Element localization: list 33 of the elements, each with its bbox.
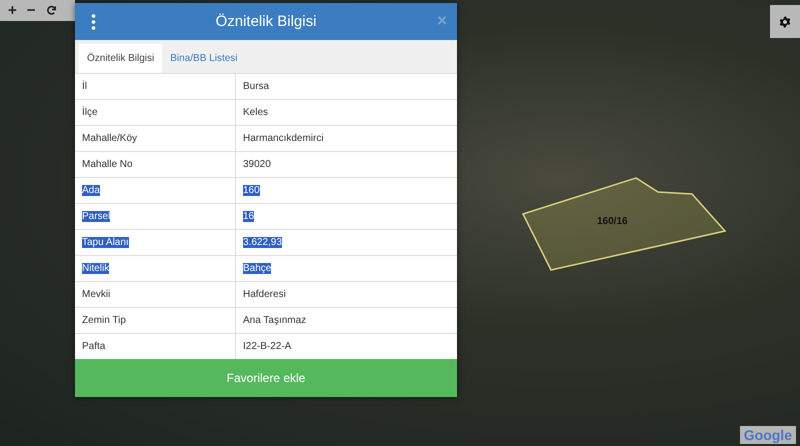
- attribute-value: I22-B-22-A: [243, 341, 292, 352]
- attribute-value: Harmancıkdemirci: [243, 133, 324, 144]
- attribute-value: Ana Taşınmaz: [243, 315, 306, 326]
- tab[interactable]: Bina/BB Listesi: [162, 44, 246, 73]
- attribute-label: Nitelik: [82, 263, 110, 274]
- attribute-label: Mahalle No: [82, 159, 133, 170]
- attribute-label: Pafta: [82, 341, 106, 352]
- attribute-value: 16: [243, 211, 254, 222]
- attribute-label: Zemin Tip: [82, 315, 126, 326]
- attribute-label: Parsel: [82, 211, 110, 222]
- attribute-value: Keles: [243, 107, 268, 118]
- zoom-button[interactable]: −: [26, 3, 36, 18]
- zoom-button[interactable]: +: [8, 3, 17, 18]
- attribute-label: İlçe: [82, 107, 98, 118]
- settings-button[interactable]: [770, 5, 800, 38]
- attribute-value: Hafderesi: [243, 289, 286, 300]
- attribute-label: Ada: [82, 185, 100, 196]
- attribute-value: 3.622,93: [243, 237, 282, 248]
- refresh-icon[interactable]: [46, 5, 57, 16]
- attribute-label: İl: [82, 81, 87, 92]
- parcel-label: 160/16: [597, 216, 628, 227]
- map-attribution: Google: [740, 426, 796, 444]
- attribute-label: Mahalle/Köy: [82, 133, 138, 144]
- attribute-value: 160: [243, 185, 260, 196]
- attribute-label: Mevkii: [82, 289, 110, 300]
- tab[interactable]: Öznitelik Bilgisi: [79, 44, 162, 73]
- settings-icon: [778, 14, 792, 28]
- dialog-title: Öznitelik Bilgisi: [216, 13, 316, 30]
- attribute-value: Bahçe: [243, 263, 272, 274]
- attribute-label: Tapu Alanı: [82, 237, 129, 248]
- attribute-value: Bursa: [243, 81, 270, 92]
- attribute-value: 39020: [243, 159, 271, 170]
- menu-icon[interactable]: [91, 14, 96, 30]
